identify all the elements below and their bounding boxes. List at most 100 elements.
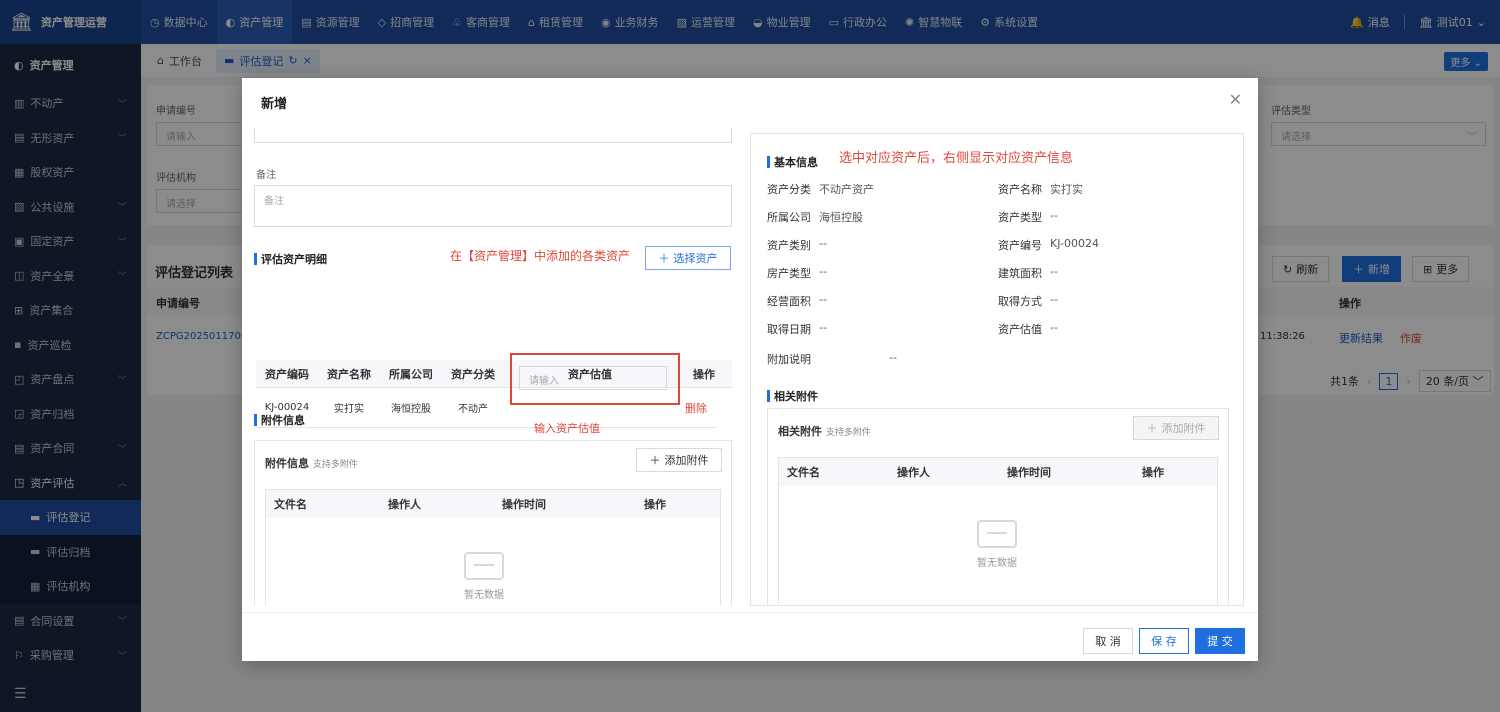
cancel-button[interactable]: 取 消 [1083,628,1133,654]
empty-state: 暂无数据 [977,520,1017,569]
add-attachment-button[interactable]: ＋添加附件 [636,448,722,472]
attach-hint: 支持多附件 [825,428,871,438]
info-key: 资产类别 [767,239,811,252]
empty-state: 暂无数据 [464,552,504,601]
section-title-text: 评估资产明细 [261,253,327,266]
asset-info-pane: 基本信息 选中对应资产后，右侧显示对应资产信息 资产分类 不动产资产 资产名称 实打… [750,133,1244,606]
plus-icon: ＋ [658,252,670,265]
th-ops: 操作 [1134,458,1217,486]
modal-title: 新增 [261,97,288,112]
remark-label: 备注 [256,170,276,181]
remark-textarea[interactable]: 备注 [254,185,732,227]
th-category: 资产分类 [442,360,504,388]
th-asset-name: 资产名称 [318,360,380,388]
section-title-text: 基本信息 [774,156,818,169]
info-asset-category: 资产类别 -- [767,237,827,253]
delete-link[interactable]: 删除 [676,388,716,428]
info-key: 所属公司 [767,211,811,224]
info-house-type: 房产类型 -- [767,265,827,281]
section-marker [767,156,770,168]
info-value: -- [819,293,827,306]
section-marker [767,390,770,402]
section-title-text: 相关附件 [774,390,818,403]
info-key: 取得日期 [767,323,811,336]
subtitle-text: 附件信息 [265,457,309,470]
related-attachment-table: 文件名 操作人 操作时间 操作 暂无数据 [778,457,1218,605]
empty-box-icon [977,520,1017,548]
subtitle-text: 相关附件 [778,425,822,438]
th-company: 所属公司 [380,360,442,388]
info-acquire-method: 取得方式 -- [998,293,1058,309]
submit-button[interactable]: 提 交 [1195,628,1245,654]
form-left-pane: 备注 备注 评估资产明细 在【资产管理】中添加的各类资产 ＋选择资产 资产编码 … [254,128,733,606]
info-key: 资产编号 [998,239,1042,252]
previous-field[interactable] [254,128,732,143]
th-op-time: 操作时间 [999,458,1134,486]
td-category: 不动产 [442,388,504,428]
info-key: 资产估值 [998,323,1042,336]
info-acquire-date: 取得日期 -- [767,321,827,337]
close-icon[interactable]: ✕ [1229,90,1242,109]
info-key: 建筑面积 [998,267,1042,280]
info-key: 资产类型 [998,211,1042,224]
related-add-attachment-button[interactable]: ＋添加附件 [1133,416,1219,440]
td-company: 海恒控股 [380,388,442,428]
section-marker [254,414,257,426]
info-key: 经营面积 [767,295,811,308]
info-value: 不动产资产 [819,183,874,196]
info-value: -- [819,321,827,334]
section-title-text: 附件信息 [261,414,305,427]
info-key: 附加说明 [767,353,811,366]
annotation-value: 输入资产估值 [534,422,600,435]
info-extra-note: 附加说明 -- [767,351,897,367]
th-op-time: 操作时间 [494,490,636,518]
attach-subtitle: 附件信息 支持多附件 [265,455,358,471]
info-company: 所属公司 海恒控股 [767,209,863,225]
th-filename: 文件名 [266,490,380,518]
info-key: 取得方式 [998,295,1042,308]
detail-section-title: 评估资产明细 [254,251,327,267]
info-asset-type: 资产类型 -- [998,209,1058,225]
attach-hint: 支持多附件 [312,460,358,470]
related-subtitle: 相关附件 支持多附件 [778,423,871,439]
info-valuation: 资产估值 -- [998,321,1058,337]
info-value: -- [1050,293,1058,306]
th-operator: 操作人 [380,490,494,518]
th-filename: 文件名 [779,458,889,486]
empty-box-icon [464,552,504,580]
footer-divider [242,612,1258,613]
info-asset-name: 资产名称 实打实 [998,181,1083,197]
info-asset-no: 资产编号 KJ-00024 [998,237,1099,253]
attachment-table: 文件名 操作人 操作时间 操作 暂无数据 [265,489,721,606]
plus-icon: ＋ [1146,422,1158,435]
button-label: 添加附件 [664,454,709,467]
annotation-assets: 在【资产管理】中添加的各类资产 [450,249,631,263]
empty-text: 暂无数据 [464,590,504,601]
empty-text: 暂无数据 [977,558,1017,569]
info-key: 资产名称 [998,183,1042,196]
choose-asset-button[interactable]: ＋选择资产 [645,246,731,270]
th-asset-code: 资产编码 [256,360,318,388]
info-value: -- [1050,209,1058,222]
save-button[interactable]: 保 存 [1139,628,1189,654]
basic-section-title: 基本信息 [767,154,818,170]
attach-section-title: 附件信息 [254,412,305,428]
info-value: 实打实 [1050,183,1083,196]
info-value: KJ-00024 [1050,237,1100,250]
th-ops: 操作 [636,490,720,518]
attachment-panel: 附件信息 支持多附件 ＋添加附件 文件名 操作人 操作时间 操作 暂无数据 [254,440,732,606]
info-key: 资产分类 [767,183,811,196]
plus-icon: ＋ [649,454,661,467]
add-modal: 新增 ✕ 备注 备注 评估资产明细 在【资产管理】中添加的各类资产 ＋选择资产 … [242,78,1258,661]
th-operator: 操作人 [889,458,999,486]
info-value: 海恒控股 [819,211,863,224]
button-label: 添加附件 [1161,422,1206,435]
related-section-title: 相关附件 [767,388,818,404]
th-ops: 操作 [676,360,732,388]
button-label: 选择资产 [673,252,718,265]
info-value: -- [1050,265,1058,278]
related-attachment-panel: 相关附件 支持多附件 ＋添加附件 文件名 操作人 操作时间 操作 暂无数据 [767,408,1229,605]
section-marker [254,253,257,265]
info-value: -- [819,237,827,250]
info-value: -- [889,351,897,364]
